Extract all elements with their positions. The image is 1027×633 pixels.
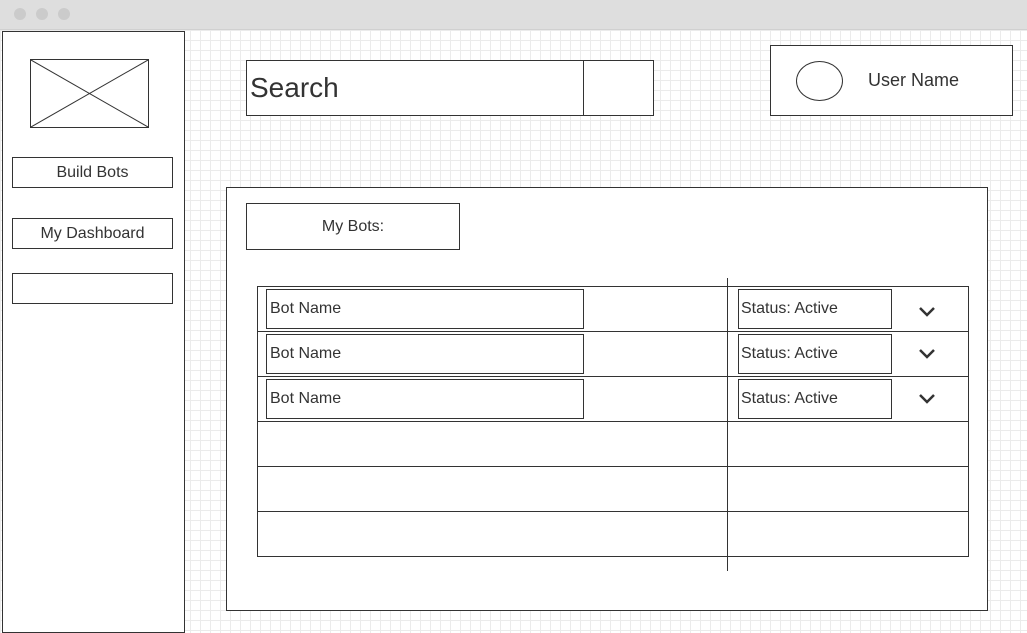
logo-placeholder [30,59,149,128]
avatar [796,61,843,101]
build-bots-button[interactable]: Build Bots [12,157,173,188]
bot-status: Status: Active [741,390,838,407]
user-name: User Name [868,70,960,90]
build-bots-label: Build Bots [56,163,129,181]
table-row [257,421,969,467]
bot-name-field[interactable]: Bot Name [266,379,584,419]
chevron-down-icon[interactable] [918,393,936,405]
window-close-dot[interactable] [14,8,26,20]
table-row [257,466,969,512]
user-profile[interactable]: User Name [770,45,1013,116]
search-button[interactable] [584,61,653,115]
bot-name-field[interactable]: Bot Name [266,289,584,329]
bot-status: Status: Active [741,300,838,317]
chevron-down-icon[interactable] [918,348,936,360]
window-minimize-dot[interactable] [36,8,48,20]
bot-name: Bot Name [270,345,342,362]
search-bar [246,60,654,116]
bot-status: Status: Active [741,345,838,362]
bot-name: Bot Name [270,300,342,317]
bot-status-field: Status: Active [738,289,892,329]
table-column-divider [727,278,728,571]
image-placeholder-icon [31,60,148,127]
window-titlebar [0,0,1027,30]
my-bots-heading-box: My Bots: [246,203,460,250]
my-dashboard-button[interactable]: My Dashboard [12,218,173,249]
window-maximize-dot[interactable] [58,8,70,20]
my-bots-heading: My Bots: [321,217,385,235]
bot-status-field: Status: Active [738,334,892,374]
table-row [257,511,969,557]
bot-status-field: Status: Active [738,379,892,419]
chevron-down-icon[interactable] [918,306,936,318]
my-dashboard-label: My Dashboard [40,224,145,242]
sidebar-empty-button[interactable] [12,273,173,304]
bot-name-field[interactable]: Bot Name [266,334,584,374]
bot-name: Bot Name [270,390,342,407]
search-input[interactable] [247,61,584,115]
